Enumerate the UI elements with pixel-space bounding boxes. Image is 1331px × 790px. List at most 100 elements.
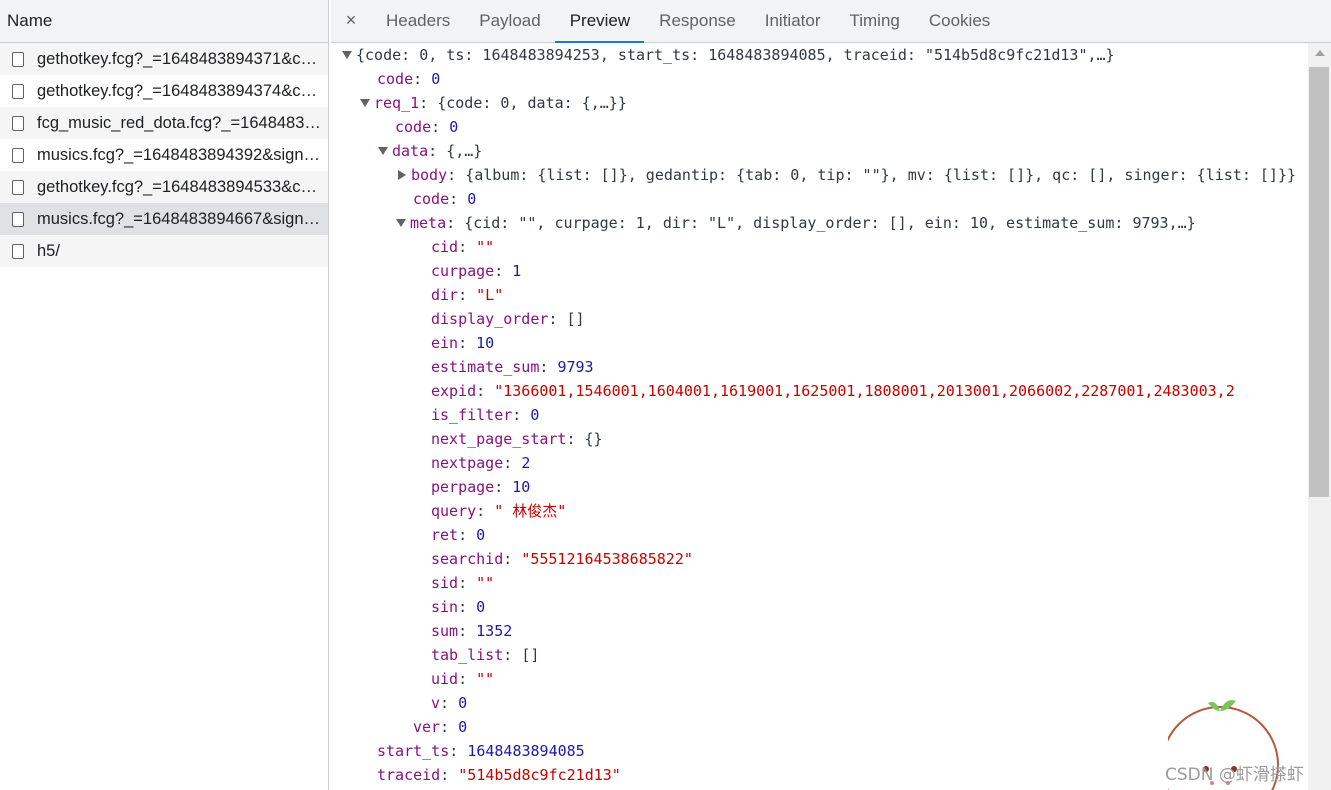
json-key: sum <box>431 622 459 640</box>
json-value: "55512164538685822" <box>521 550 693 568</box>
json-value: "" <box>476 238 495 256</box>
csdn-watermark: CSDN @虾滑搽虾 <box>1165 765 1304 785</box>
json-line: searchid: "55512164538685822" <box>431 550 693 568</box>
json-value: 10 <box>512 478 531 496</box>
preview-json-tree: {code: 0, ts: 1648483894253, start_ts: 1… <box>331 43 1308 790</box>
json-line: nextpage: 2 <box>431 454 531 472</box>
document-file-icon <box>12 179 24 195</box>
request-row[interactable]: h5/ <box>0 235 328 267</box>
request-row[interactable]: gethotkey.fcg?_=1648483894371&cv=4747474… <box>0 43 328 75</box>
json-line: display_order: [] <box>431 310 585 328</box>
json-value: {} <box>584 430 603 448</box>
json-line: sum: 1352 <box>431 622 513 640</box>
json-line: code: 0 <box>377 70 441 88</box>
json-value: 0 <box>467 190 477 208</box>
json-line: cid: "" <box>431 238 495 256</box>
request-row[interactable]: gethotkey.fcg?_=1648483894533&cv=4747474 <box>0 171 328 203</box>
document-file-icon <box>12 83 24 99</box>
json-line: expid: "1366001,1546001,1604001,1619001,… <box>431 382 1235 400</box>
scroll-up-arrow-icon[interactable] <box>1315 50 1325 56</box>
json-key: expid <box>431 382 477 400</box>
request-name: gethotkey.fcg?_=1648483894374&cv=4747474… <box>37 81 321 100</box>
json-value: 9793 <box>557 358 594 376</box>
tab-headers[interactable]: Headers <box>371 0 464 42</box>
scroll-thumb[interactable] <box>1309 67 1329 497</box>
json-key: ver <box>413 718 441 736</box>
json-line: start_ts: 1648483894085 <box>377 742 585 760</box>
tab-cookies[interactable]: Cookies <box>914 0 1004 42</box>
json-line: curpage: 1 <box>431 262 522 280</box>
request-name: musics.fcg?_=1648483894392&sign=zzb <box>37 145 321 164</box>
preview-scrollbar[interactable] <box>1308 43 1331 790</box>
json-key: sin <box>431 598 459 616</box>
json-value: "L" <box>476 286 504 304</box>
tab-timing[interactable]: Timing <box>834 0 913 42</box>
expand-triangle-down-icon[interactable] <box>396 218 406 227</box>
json-key: query <box>431 502 477 520</box>
json-key: ein <box>431 334 459 352</box>
json-line: code: 0 <box>413 190 477 208</box>
json-key: dir <box>431 286 459 304</box>
expand-triangle-down-icon[interactable] <box>378 146 388 155</box>
json-key: body <box>411 166 448 184</box>
tab-initiator[interactable]: Initiator <box>750 0 835 42</box>
close-details-button[interactable]: × <box>331 0 371 42</box>
json-line: v: 0 <box>431 694 468 712</box>
json-key: v <box>431 694 441 712</box>
json-line: estimate_sum: 9793 <box>431 358 594 376</box>
json-key: perpage <box>431 478 495 496</box>
document-file-icon <box>12 115 24 131</box>
json-value: 0 <box>458 718 468 736</box>
json-value: 1 <box>512 262 522 280</box>
json-line: traceid: "514b5d8c9fc21d13" <box>377 766 621 784</box>
document-file-icon <box>12 51 24 67</box>
details-tab-bar: × Headers Payload Preview Response Initiator… <box>331 0 1331 43</box>
json-key: traceid <box>377 766 441 784</box>
tab-response[interactable]: Response <box>644 0 750 42</box>
json-line: dir: "L" <box>431 286 504 304</box>
request-row[interactable]: fcg_music_red_dota.fcg?_=1648483894392 <box>0 107 328 139</box>
request-row[interactable]: gethotkey.fcg?_=1648483894374&cv=4747474… <box>0 75 328 107</box>
json-line: tab_list: [] <box>431 646 540 664</box>
json-key: code <box>413 190 450 208</box>
tab-payload[interactable]: Payload <box>464 0 554 42</box>
json-key: sid <box>431 574 459 592</box>
json-value: 0 <box>476 526 486 544</box>
json-line: code: 0 <box>395 118 459 136</box>
json-line[interactable]: meta: {cid: "", curpage: 1, dir: "L", di… <box>331 211 1308 235</box>
json-value: 0 <box>476 598 486 616</box>
json-key: data <box>392 142 429 160</box>
json-line[interactable]: {code: 0, ts: 1648483894253, start_ts: 1… <box>331 43 1308 67</box>
json-value: [] <box>566 310 585 328</box>
json-key: ret <box>431 526 459 544</box>
json-key: estimate_sum <box>431 358 540 376</box>
collapse-triangle-right-icon[interactable] <box>398 169 406 180</box>
request-name: gethotkey.fcg?_=1648483894533&cv=4747474 <box>37 177 321 196</box>
json-line: next_page_start: {} <box>431 430 603 448</box>
json-summary: {code: 0, data: {,…}} <box>437 94 627 112</box>
details-panel: × Headers Payload Preview Response Initiator… <box>331 0 1331 790</box>
json-line[interactable]: body: {album: {list: []}, gedantip: {tab… <box>331 163 1308 187</box>
request-row[interactable]: musics.fcg?_=1648483894392&sign=zzb <box>0 139 328 171</box>
json-line[interactable]: data: {,…} <box>331 139 1308 163</box>
json-key: display_order <box>431 310 549 328</box>
json-key: cid <box>431 238 459 256</box>
expand-triangle-down-icon[interactable] <box>342 50 352 59</box>
json-key: start_ts <box>377 742 450 760</box>
name-column-header[interactable]: Name <box>0 0 328 43</box>
json-value: "1366001,1546001,1604001,1619001,1625001… <box>494 382 1235 400</box>
json-key: next_page_start <box>431 430 567 448</box>
expand-triangle-down-icon[interactable] <box>360 98 370 107</box>
request-name: h5/ <box>37 241 60 260</box>
request-row[interactable]: musics.fcg?_=1648483894667&sign=zzb <box>0 203 328 235</box>
request-name: gethotkey.fcg?_=1648483894371&cv=4747474… <box>37 49 321 68</box>
json-key: curpage <box>431 262 495 280</box>
json-key: meta <box>410 214 447 232</box>
json-line[interactable]: req_1: {code: 0, data: {,…}} <box>331 91 1308 115</box>
json-value: "514b5d8c9fc21d13" <box>458 766 621 784</box>
json-value: "" <box>476 670 495 688</box>
tab-preview[interactable]: Preview <box>554 0 645 43</box>
json-key: searchid <box>431 550 504 568</box>
json-key: is_filter <box>431 406 513 424</box>
json-value: 1352 <box>476 622 513 640</box>
